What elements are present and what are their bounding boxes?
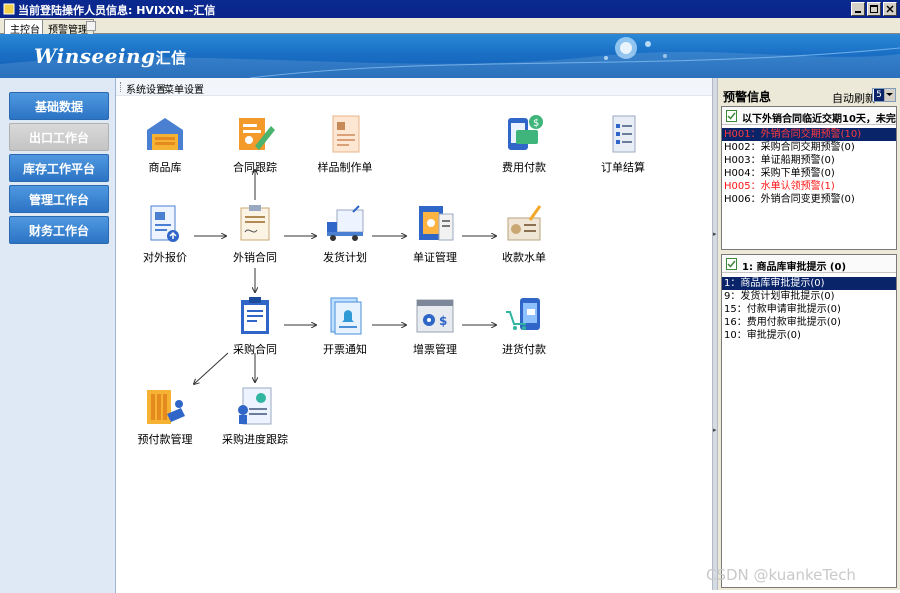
minimize-icon xyxy=(855,11,861,13)
window-title-bar: 当前登陆操作人员信息: HVIXXN--汇信 xyxy=(0,0,900,18)
close-icon xyxy=(886,5,894,13)
splitter-arrow-icon[interactable]: ▸ xyxy=(713,426,717,434)
sample-sheet-icon xyxy=(332,115,360,153)
workflow-node-warehouse[interactable]: 商品库 xyxy=(120,112,210,175)
receipt-icon xyxy=(507,205,542,241)
document-icon xyxy=(726,110,737,122)
list-item[interactable]: 10：审批提示(0) xyxy=(722,329,896,342)
delivery-truck-icon xyxy=(327,205,364,241)
order-settlement-icon xyxy=(612,115,636,153)
approval-list: 1：商品库审批提示(0) 9：发货计划审批提示(0) 15：付款申请审批提示(0… xyxy=(722,273,896,342)
warehouse-icon xyxy=(147,118,183,150)
workflow-canvas: 系统设置 菜单设置 商品库 合同跟踪 样品制作单 $ 费用付款 订单结算 对外报… xyxy=(116,78,712,590)
sidebar-item-inventory-workbench[interactable]: 库存工作平台 xyxy=(9,154,109,182)
list-item[interactable]: H006：外销合同变更预警(0) xyxy=(722,193,896,206)
list-item[interactable]: H003：单证船期预警(0) xyxy=(722,154,896,167)
alert-panel: 预警信息 自动刷新 5 以下外销合同临近交期10天，未完成收 H001：外销合同… xyxy=(718,78,900,590)
tab-close-icon[interactable] xyxy=(86,21,96,31)
invoice-notice-icon xyxy=(330,297,362,335)
close-button[interactable] xyxy=(883,2,897,16)
maximize-button[interactable] xyxy=(867,2,881,16)
alert-panel-title: 预警信息 xyxy=(723,90,772,104)
workflow-node-order-settle[interactable]: 订单结算 xyxy=(578,112,668,175)
list-item[interactable]: 16：费用付款审批提示(0) xyxy=(722,316,896,329)
workflow-node-invoice-notice[interactable]: 开票通知 xyxy=(300,294,390,357)
alert-list-header: 以下外销合同临近交期10天，未完成收 xyxy=(722,107,896,125)
workflow-node-sales-contract[interactable]: 外销合同 xyxy=(210,202,300,265)
brand-logo: Winseeing汇信 xyxy=(34,44,187,68)
list-item[interactable]: 9：发货计划审批提示(0) xyxy=(722,290,896,303)
auto-refresh-label: 自动刷新 xyxy=(832,92,876,105)
maximize-icon xyxy=(870,5,878,13)
app-icon xyxy=(3,3,15,15)
workflow-node-purchase-progress[interactable]: 采购进度跟踪 xyxy=(210,384,300,447)
list-item[interactable]: 1：商品库审批提示(0) xyxy=(722,277,896,290)
purchase-contract-icon xyxy=(241,297,269,334)
workflow-node-purchase-contract[interactable]: 采购合同 xyxy=(210,294,300,357)
documents-icon xyxy=(419,206,454,241)
svg-text:$: $ xyxy=(439,314,447,328)
approval-list-header: 1: 商品库审批提示 (0) xyxy=(722,255,896,273)
auto-refresh-select[interactable]: 5 xyxy=(872,88,896,102)
tab-main-console[interactable]: 主控台 xyxy=(4,19,46,36)
svg-text:$: $ xyxy=(533,118,539,129)
header-banner: Winseeing汇信 xyxy=(0,34,900,78)
list-item[interactable]: 15：付款申请审批提示(0) xyxy=(722,303,896,316)
expense-payment-icon: $ xyxy=(508,115,543,150)
list-item[interactable]: H005：水单认领预警(1) xyxy=(722,180,896,193)
sidebar-item-management-workbench[interactable]: 管理工作台 xyxy=(9,185,109,213)
tab-strip: 主控台 预警管理 xyxy=(0,18,900,36)
sales-contract-icon xyxy=(240,205,270,241)
workflow-node-shipping[interactable]: 发货计划 xyxy=(300,202,390,265)
workflow-node-purchase-pay[interactable]: 进货付款 xyxy=(479,294,569,357)
chevron-down-icon[interactable] xyxy=(884,89,895,101)
workflow-node-sample[interactable]: 样品制作单 xyxy=(300,112,390,175)
splitter-arrow-icon[interactable]: ▸ xyxy=(713,230,717,238)
approval-list-box: 1: 商品库审批提示 (0) 1：商品库审批提示(0) 9：发货计划审批提示(0… xyxy=(721,254,897,588)
window-title: 当前登陆操作人员信息: HVIXXN--汇信 xyxy=(18,4,216,17)
workflow-node-prepay[interactable]: 预付款管理 xyxy=(120,384,210,447)
alert-panel-header: 预警信息 自动刷新 5 xyxy=(720,82,898,106)
workflow-node-quote[interactable]: 对外报价 xyxy=(120,202,210,265)
sidebar-item-base-data[interactable]: 基础数据 xyxy=(9,92,109,120)
list-item[interactable]: H001：外销合同交期预警(10) xyxy=(722,128,896,141)
minimize-button[interactable] xyxy=(851,2,865,16)
document-icon xyxy=(726,258,737,270)
purchase-progress-icon xyxy=(238,387,272,425)
watermark: CSDN @kuankeTech xyxy=(706,566,856,584)
vat-invoice-icon: $ xyxy=(416,299,454,333)
list-item[interactable]: H002：采购合同交期预警(0) xyxy=(722,141,896,154)
workflow-node-expense[interactable]: $ 费用付款 xyxy=(479,112,569,175)
contract-track-icon xyxy=(239,118,275,150)
sidebar-item-export-workbench[interactable]: 出口工作台 xyxy=(9,123,109,151)
quotation-icon xyxy=(150,205,179,242)
workflow-node-receipt[interactable]: 收款水单 xyxy=(479,202,569,265)
workflow-node-contract-track[interactable]: 合同跟踪 xyxy=(210,112,300,175)
list-item[interactable]: H004：采购下单预警(0) xyxy=(722,167,896,180)
workflow-node-vat-invoice[interactable]: $ 增票管理 xyxy=(390,294,480,357)
alert-list: H001：外销合同交期预警(10) H002：采购合同交期预警(0) H003：… xyxy=(722,125,896,206)
purchase-payment-icon xyxy=(506,298,540,330)
alert-list-box: 以下外销合同临近交期10天，未完成收 H001：外销合同交期预警(10) H00… xyxy=(721,106,897,250)
sidebar-item-finance-workbench[interactable]: 财务工作台 xyxy=(9,216,109,244)
workflow-node-documents[interactable]: 单证管理 xyxy=(390,202,480,265)
sidebar: 基础数据 出口工作台 库存工作平台 管理工作台 财务工作台 xyxy=(0,78,116,593)
prepayment-icon xyxy=(147,390,185,424)
